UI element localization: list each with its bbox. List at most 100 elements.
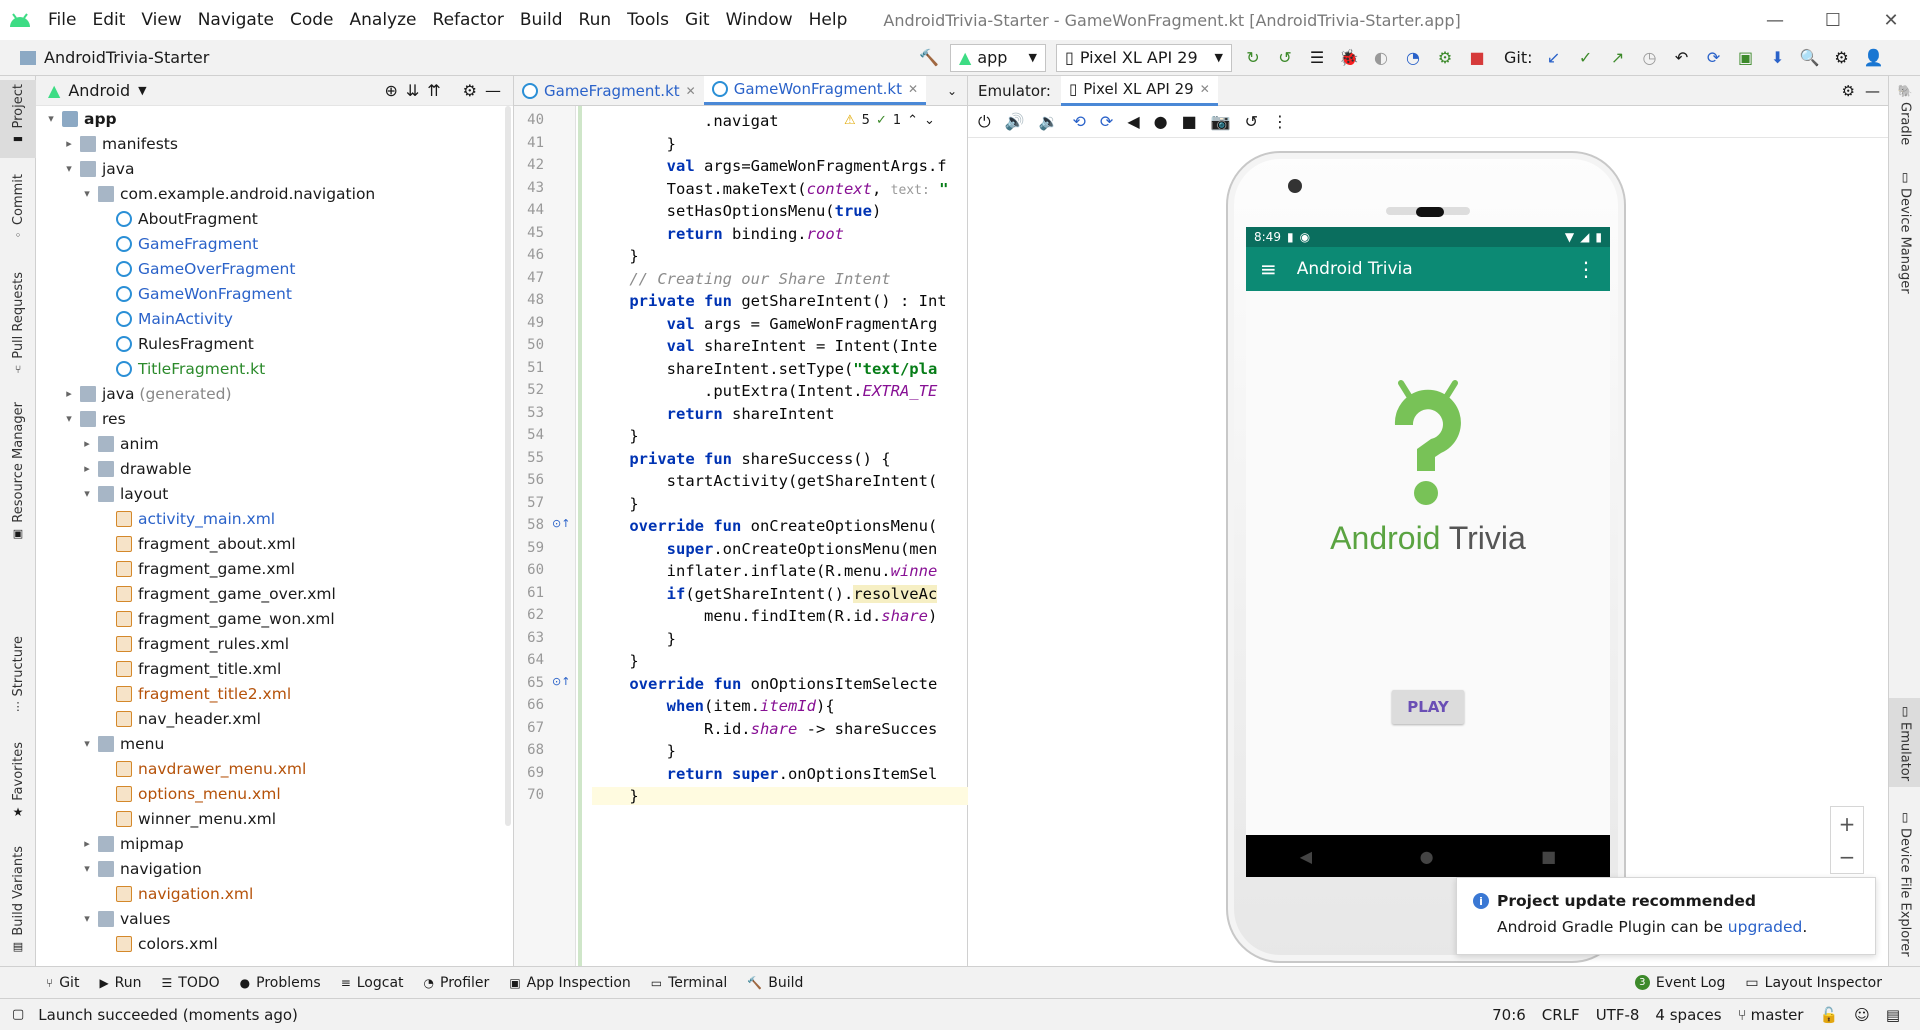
tab-profiler[interactable]: ◔ Profiler xyxy=(414,975,500,991)
caret-position[interactable]: 70:6 xyxy=(1492,1006,1526,1024)
code-line[interactable]: .putExtra(Intent.EXTRA_TE xyxy=(592,382,937,400)
more-icon[interactable]: ⋮ xyxy=(1272,112,1288,131)
code-line[interactable]: startActivity(getShareIntent( xyxy=(592,472,938,490)
file-encoding[interactable]: UTF-8 xyxy=(1596,1006,1640,1024)
tab-structure[interactable]: Structure ⋮ xyxy=(0,636,36,713)
back-nav-icon[interactable]: ◀ xyxy=(1300,847,1312,866)
tree-item[interactable]: nav_header.xml xyxy=(36,706,513,731)
rollback-icon[interactable]: ↶ xyxy=(1671,47,1693,69)
tree-item[interactable]: options_menu.xml xyxy=(36,781,513,806)
volume-up-icon[interactable]: 🔊 xyxy=(1005,112,1025,131)
tab-layout-inspector[interactable]: ▭ Layout Inspector xyxy=(1735,975,1892,991)
locate-file-icon[interactable]: ⊕ xyxy=(384,81,397,100)
tab-project[interactable]: Project ▬ xyxy=(0,80,36,158)
prev-highlight-icon[interactable]: ⌃ xyxy=(907,113,918,128)
device-tab[interactable]: ▯ Pixel XL API 29 ✕ xyxy=(1060,75,1218,106)
tree-item[interactable]: fragment_game_over.xml xyxy=(36,581,513,606)
tab-device-file-explorer[interactable]: ▯ Device File Explorer xyxy=(1889,810,1920,957)
menu-item-code[interactable]: Code xyxy=(282,0,342,40)
back-icon[interactable]: ◀ xyxy=(1127,112,1139,131)
tree-item[interactable]: RulesFragment xyxy=(36,331,513,356)
tree-item[interactable]: GameOverFragment xyxy=(36,256,513,281)
code-line[interactable]: override fun onOptionsItemSelecte xyxy=(592,675,937,693)
status-panel-icon[interactable]: ▢ xyxy=(12,1007,24,1022)
tree-item[interactable]: ▾ menu xyxy=(36,731,513,756)
tree-item[interactable]: activity_main.xml xyxy=(36,506,513,531)
tab-gradle[interactable]: 🐘 Gradle xyxy=(1889,84,1920,145)
sync-gradle-icon[interactable]: ⟳ xyxy=(1703,47,1725,69)
apply-code-changes-icon[interactable]: ↺ xyxy=(1274,47,1296,69)
chevron-right-icon[interactable]: ▸ xyxy=(62,387,76,400)
expand-all-icon[interactable]: ⇊ xyxy=(406,81,419,100)
tab-pull-requests[interactable]: Pull Requests ⑂ xyxy=(0,272,36,376)
chevron-down-icon[interactable]: ▾ xyxy=(80,737,94,750)
tree-item[interactable]: fragment_game_won.xml xyxy=(36,606,513,631)
hide-panel-icon[interactable]: — xyxy=(485,81,501,100)
git-branch[interactable]: ⑂ master xyxy=(1738,1006,1804,1024)
tree-item[interactable]: ▾ com.example.android.navigation xyxy=(36,181,513,206)
code-line[interactable]: } xyxy=(592,427,638,445)
code-line[interactable]: } xyxy=(592,135,676,153)
profile-icon[interactable]: ◔ xyxy=(1402,47,1424,69)
tree-item[interactable]: fragment_about.xml xyxy=(36,531,513,556)
breadcrumb[interactable]: AndroidTrivia-Starter xyxy=(0,48,209,67)
tab-build-variants[interactable]: Build Variants ▤ xyxy=(0,846,36,953)
feedback-smiley-icon[interactable]: ☺ xyxy=(1854,1006,1870,1024)
notification-balloon[interactable]: i Project update recommended Android Gra… xyxy=(1456,877,1876,955)
debug-icon[interactable]: 🐞 xyxy=(1338,47,1360,69)
hide-panel-icon[interactable]: — xyxy=(1865,82,1880,100)
tree-item[interactable]: ▸ java (generated) xyxy=(36,381,513,406)
lock-icon[interactable]: 🔓 xyxy=(1819,1006,1838,1024)
menu-item-view[interactable]: View xyxy=(133,0,189,40)
code-line[interactable]: shareIntent.setType("text/pla xyxy=(592,360,938,378)
tab-resource-manager[interactable]: Resource Manager ▣ xyxy=(0,402,36,540)
search-icon[interactable]: 🔍 xyxy=(1799,47,1821,69)
apply-changes-restart-icon[interactable]: ↻ xyxy=(1242,47,1264,69)
snapshot-icon[interactable]: ↺ xyxy=(1245,112,1258,131)
tab-gamewonfragment[interactable]: GameWonFragment.kt ✕ xyxy=(703,76,927,105)
maximize-icon[interactable]: ☐ xyxy=(1804,0,1862,40)
chevron-down-icon[interactable]: ▾ xyxy=(80,487,94,500)
tree-item[interactable]: AboutFragment xyxy=(36,206,513,231)
tab-problems[interactable]: ● Problems xyxy=(230,975,331,991)
code-line[interactable]: // Creating our Share Intent xyxy=(592,270,890,288)
tree-item[interactable]: fragment_game.xml xyxy=(36,556,513,581)
overview-icon[interactable]: ■ xyxy=(1182,112,1197,131)
code-line[interactable]: return shareIntent xyxy=(592,405,835,423)
git-commit-icon[interactable]: ✓ xyxy=(1575,47,1597,69)
rotate-left-icon[interactable]: ⟲ xyxy=(1073,112,1086,131)
menu-item-tools[interactable]: Tools xyxy=(619,0,677,40)
user-icon[interactable]: 👤 xyxy=(1863,47,1885,69)
tab-run[interactable]: ▶ Run xyxy=(89,975,151,991)
next-highlight-icon[interactable]: ⌄ xyxy=(924,113,935,128)
code-line[interactable]: .navigat xyxy=(592,112,779,130)
tree-item[interactable]: navdrawer_menu.xml xyxy=(36,756,513,781)
collapse-all-icon[interactable]: ⇈ xyxy=(427,81,440,100)
stop-icon[interactable]: ■ xyxy=(1466,47,1488,69)
override-gutter-icon[interactable]: ⊙↑ xyxy=(552,517,570,530)
settings-gear-icon[interactable]: ⚙ xyxy=(1831,47,1853,69)
chevron-right-icon[interactable]: ▸ xyxy=(62,137,76,150)
git-push-icon[interactable]: ↗ xyxy=(1607,47,1629,69)
emulator-settings-gear-icon[interactable]: ⚙ xyxy=(1842,82,1855,100)
chevron-right-icon[interactable]: ▸ xyxy=(80,837,94,850)
chevron-down-icon[interactable]: ▾ xyxy=(80,862,94,875)
code-line[interactable]: return binding.root xyxy=(592,225,844,243)
code-line[interactable]: override fun onCreateOptionsMenu( xyxy=(592,517,937,535)
tab-favorites[interactable]: Favorites ★ xyxy=(0,742,36,819)
code-line[interactable]: } xyxy=(592,787,968,805)
override-gutter-icon[interactable]: ⊙↑ xyxy=(552,675,570,688)
menu-item-file[interactable]: File xyxy=(40,0,84,40)
upgrade-link[interactable]: upgraded xyxy=(1728,918,1803,936)
code-line[interactable]: private fun shareSuccess() { xyxy=(592,450,890,468)
tree-item[interactable]: navigation.xml xyxy=(36,881,513,906)
coverage-icon[interactable]: ◐ xyxy=(1370,47,1392,69)
minimize-icon[interactable]: — xyxy=(1746,0,1804,40)
menu-item-analyze[interactable]: Analyze xyxy=(342,0,425,40)
recents-nav-icon[interactable]: ■ xyxy=(1541,847,1556,866)
tab-git[interactable]: ⑂ Git xyxy=(36,975,89,991)
tree-item[interactable]: ▾ layout xyxy=(36,481,513,506)
code-line[interactable]: } xyxy=(592,652,638,670)
code-line[interactable]: Toast.makeText(context, text: " xyxy=(592,180,949,198)
device-select[interactable]: ▯ Pixel XL API 29 ▼ xyxy=(1056,43,1232,72)
